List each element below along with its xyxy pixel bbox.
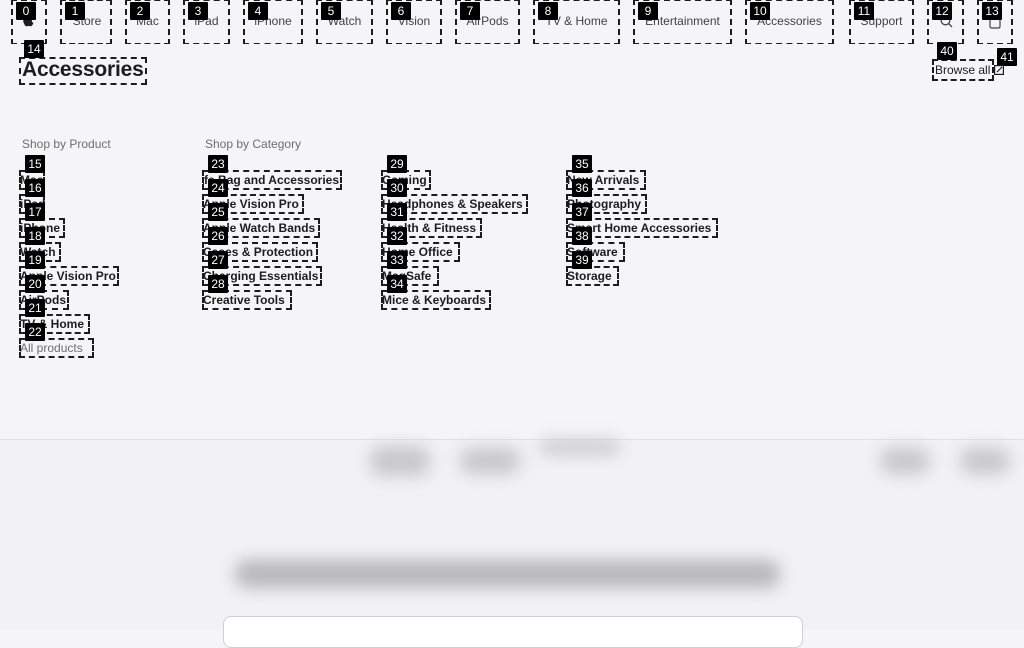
link-badge: 27 [208, 251, 228, 269]
nav-badge: 9 [638, 2, 658, 20]
nav-badge: 7 [460, 2, 480, 20]
link-badge: 17 [25, 203, 45, 221]
nav-store[interactable]: 1 Store [60, 0, 112, 45]
nav-iphone[interactable]: 4 iPhone [243, 0, 303, 45]
blurred-shape [460, 448, 520, 474]
nav-airpods[interactable]: 7 AirPods [455, 0, 520, 45]
nav-apple-logo[interactable]: 0 [11, 0, 47, 45]
category-link-storage[interactable]: Storage [566, 266, 619, 286]
link-badge: 37 [572, 203, 592, 221]
nav-badge: 3 [188, 2, 208, 20]
link-badge: 16 [25, 179, 45, 197]
link-badge: 24 [208, 179, 228, 197]
link-badge: 20 [25, 275, 45, 293]
nav-accessories[interactable]: 10 Accessories [745, 0, 834, 45]
link-badge: 15 [25, 155, 45, 173]
link-badge: 29 [387, 155, 407, 173]
blurred-heading [235, 560, 780, 588]
link-badge: 26 [208, 227, 228, 245]
link-badge: 31 [387, 203, 407, 221]
nav-badge: 0 [16, 2, 36, 20]
page-title[interactable]: Accessories [19, 57, 147, 85]
nav-watch[interactable]: 5 Watch [316, 0, 373, 45]
nav-badge: 8 [538, 2, 558, 20]
shop-by-product-heading: Shop by Product [22, 137, 111, 151]
nav-bag[interactable]: 13 [977, 0, 1013, 45]
link-badge: 25 [208, 203, 228, 221]
nav-search[interactable]: 12 [927, 0, 964, 45]
blurred-page-backdrop [0, 439, 1024, 630]
browse-all-badge: 40 [937, 42, 957, 60]
title-badge: 14 [24, 40, 44, 58]
product-link-all-products[interactable]: All products [19, 338, 94, 358]
nav-badge: 12 [932, 2, 952, 20]
link-badge: 35 [572, 155, 592, 173]
nav-badge: 13 [982, 2, 1002, 20]
nav-badge: 11 [854, 2, 874, 20]
external-link-icon[interactable] [994, 65, 1004, 75]
link-badge: 30 [387, 179, 407, 197]
blurred-shape [370, 446, 430, 476]
nav-badge: 4 [248, 2, 268, 20]
category-link-creative-tools[interactable]: Creative Tools [202, 290, 292, 310]
link-badge: 21 [25, 299, 45, 317]
nav-entertainment[interactable]: 9 Entertainment [633, 0, 732, 45]
link-badge: 34 [387, 275, 407, 293]
link-badge: 19 [25, 251, 45, 269]
search-field[interactable] [223, 616, 803, 648]
page-title-text: Accessories [22, 58, 144, 81]
nav-badge: 10 [750, 2, 770, 20]
nav-badge: 6 [391, 2, 411, 20]
shop-by-category-heading: Shop by Category [205, 137, 302, 151]
link-badge: 39 [572, 251, 592, 269]
blurred-shape [960, 448, 1010, 474]
link-badge: 28 [208, 275, 228, 293]
nav-ipad[interactable]: 3 iPad [183, 0, 230, 45]
category-link-mice-keyboards[interactable]: Mice & Keyboards [381, 290, 491, 310]
nav-badge: 1 [65, 2, 85, 20]
link-badge: 38 [572, 227, 592, 245]
nav-badge: 2 [130, 2, 150, 20]
browse-all-link[interactable]: Browse all [932, 59, 994, 81]
link-badge: 33 [387, 251, 407, 269]
link-badge: 22 [25, 323, 45, 341]
link-badge: 32 [387, 227, 407, 245]
nav-badge: 5 [321, 2, 341, 20]
nav-tv-home[interactable]: 8 TV & Home [533, 0, 620, 45]
browse-all-label: Browse all [935, 63, 991, 77]
nav-mac[interactable]: 2 Mac [125, 0, 170, 45]
link-badge: 23 [208, 155, 228, 173]
nav-support[interactable]: 11 Support [849, 0, 914, 45]
blurred-shape [540, 440, 620, 454]
blurred-shape [880, 448, 930, 474]
accessories-flyout [0, 44, 1024, 439]
link-badge: 36 [572, 179, 592, 197]
nav-vision[interactable]: 6 Vision [386, 0, 442, 45]
link-badge: 18 [25, 227, 45, 245]
browse-all-icon-badge: 41 [997, 48, 1017, 66]
